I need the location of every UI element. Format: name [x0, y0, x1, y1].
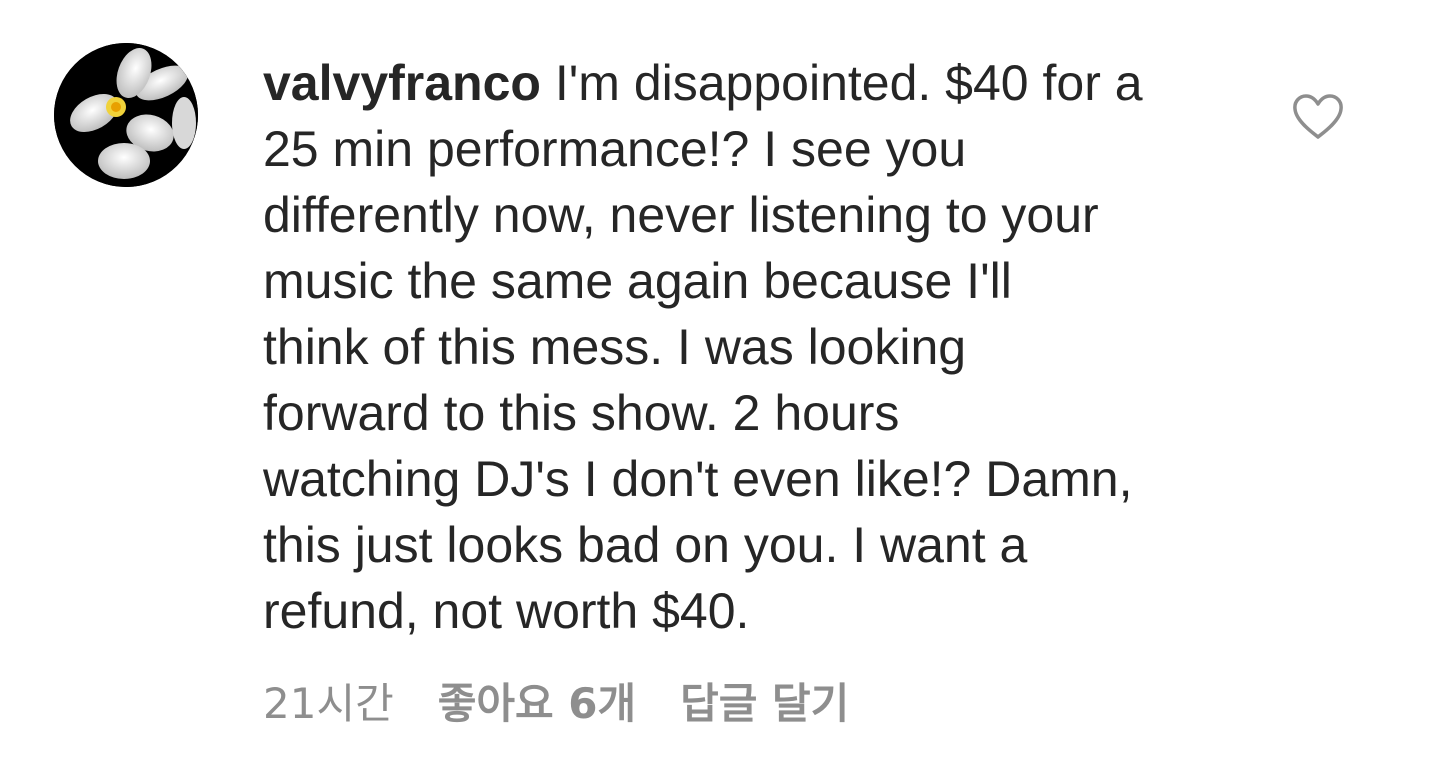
comment-text-line: forward to this show. 2 hours — [263, 385, 900, 441]
comment-item: valvyfranco I'm disappointed. $40 for a … — [0, 0, 1430, 760]
avatar[interactable] — [54, 43, 198, 187]
comment-text-line: music the same again because I'll — [263, 253, 1012, 309]
comment-text-line: I'm disappointed. $40 for a — [554, 55, 1143, 111]
reply-button[interactable]: 답글 달기 — [680, 670, 849, 731]
comment-text-line: think of this mess. I was looking — [263, 319, 967, 375]
comment-meta: 21시간 좋아요 6개 답글 달기 — [263, 672, 849, 728]
comment-text-line: refund, not worth $40. — [263, 583, 750, 639]
comment-text-line: 25 min performance!? I see you — [263, 121, 967, 177]
likes-count-link[interactable]: 좋아요 6개 — [438, 670, 636, 731]
username-link[interactable]: valvyfranco — [263, 55, 541, 111]
orchid-avatar-image — [54, 43, 198, 187]
timestamp: 21시간 — [263, 678, 394, 728]
heart-outline-icon — [1293, 94, 1343, 139]
comment-line: valvyfranco I'm disappointed. $40 for a — [263, 50, 1253, 116]
comment-text-line: differently now, never listening to your — [263, 187, 1099, 243]
comment-text-line: watching DJ's I don't even like!? Damn, — [263, 451, 1133, 507]
comment-body: valvyfranco I'm disappointed. $40 for a … — [263, 50, 1253, 644]
like-button[interactable] — [1290, 92, 1346, 142]
comment-text-line: this just looks bad on you. I want a — [263, 517, 1028, 573]
